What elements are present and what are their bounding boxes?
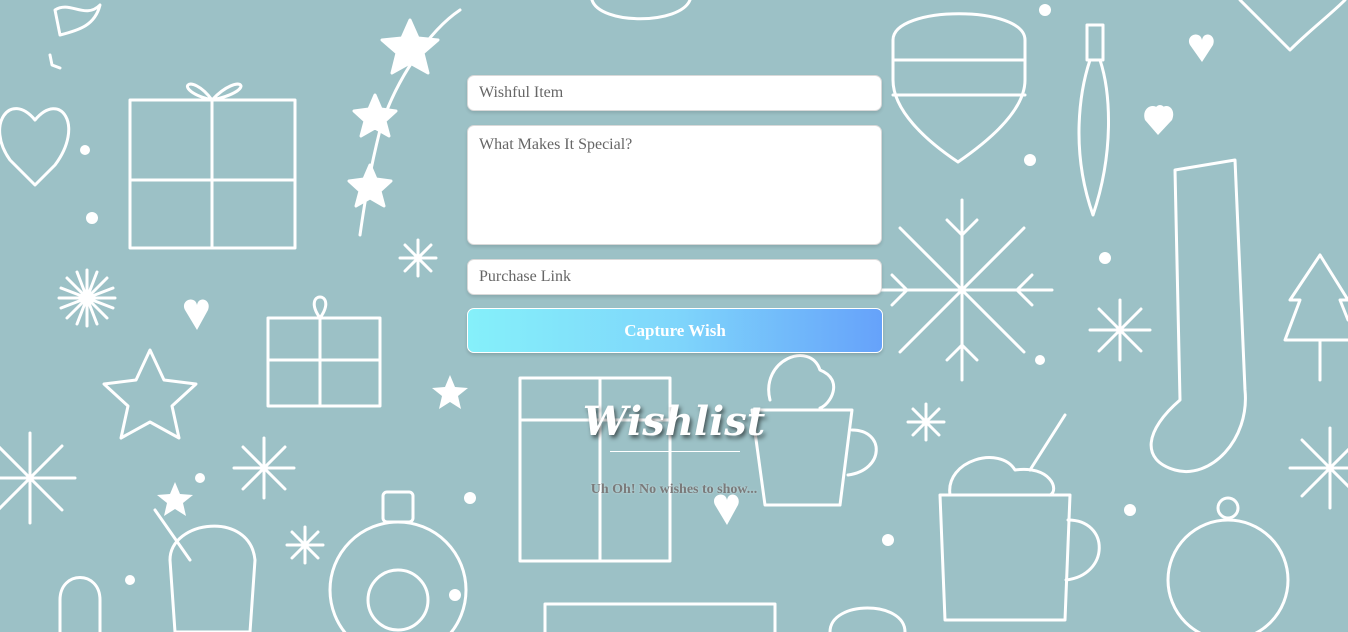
dot-icon	[195, 473, 205, 483]
wishful-item-input[interactable]	[467, 75, 882, 111]
capture-wish-button[interactable]: Capture Wish	[467, 308, 883, 353]
heart-icon	[1238, 0, 1347, 52]
ornament-icon	[891, 12, 1027, 164]
dot-icon	[449, 589, 461, 601]
cocoa-cup-icon	[153, 508, 257, 632]
wish-form: Capture Wish	[467, 75, 883, 353]
heart-icon	[183, 299, 209, 330]
ornament-icon	[1166, 496, 1290, 632]
star-icon	[102, 348, 198, 440]
tree-icon	[1283, 253, 1348, 382]
burst-icon	[57, 268, 117, 328]
stocking-icon	[1149, 158, 1247, 473]
empty-wishlist-message: Uh Oh! No wishes to show...	[590, 482, 758, 497]
ornament-icon	[828, 606, 907, 632]
gift-icon	[266, 295, 382, 408]
candy-cane-icon	[58, 576, 102, 632]
snowflake-icon	[870, 198, 1054, 382]
burst-icon	[232, 436, 296, 500]
star-sprig-icon	[347, 8, 462, 237]
heart-icon	[713, 494, 739, 525]
cocoa-cup-icon	[750, 354, 878, 507]
snowflake-icon	[1288, 426, 1348, 510]
ornament-icon	[328, 490, 468, 632]
dot-icon	[1124, 504, 1136, 516]
dot-icon	[1035, 355, 1045, 365]
heart-icon	[0, 107, 71, 187]
star-icon	[432, 375, 468, 409]
dot-icon	[464, 492, 476, 504]
dot-icon	[1024, 154, 1036, 166]
wishlist-title: Wishlist	[582, 398, 766, 445]
holly-icon	[48, 3, 102, 70]
burst-icon	[285, 525, 325, 565]
purchase-link-input[interactable]	[467, 259, 882, 295]
gift-icon	[128, 82, 297, 250]
heart-icon	[1144, 105, 1174, 135]
description-textarea[interactable]	[467, 125, 882, 245]
dot-icon	[125, 575, 135, 585]
mug-icon	[938, 413, 1101, 622]
burst-icon	[906, 402, 946, 442]
star-icon	[157, 482, 193, 516]
dot-icon	[80, 145, 90, 155]
burst-icon	[1088, 298, 1152, 362]
title-underline	[610, 451, 740, 452]
dot-icon	[86, 212, 98, 224]
snowflake-icon	[0, 431, 77, 525]
heart-icon	[1188, 34, 1214, 62]
snowflake-icon	[398, 238, 438, 278]
dot-icon	[1039, 4, 1051, 16]
dot-icon	[882, 534, 894, 546]
ornament-icon	[1077, 23, 1110, 217]
gift-icon	[543, 602, 777, 632]
dot-icon	[1099, 252, 1111, 264]
ornament-icon	[590, 0, 692, 21]
